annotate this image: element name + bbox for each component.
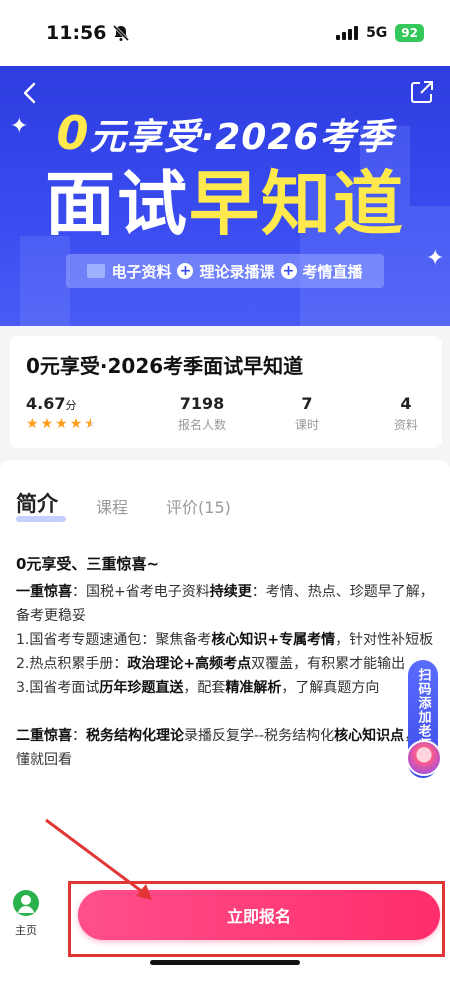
- signal-icon: [336, 26, 359, 40]
- clock-label: 11:56: [46, 22, 107, 44]
- status-bar: 11:56 5G 92: [0, 0, 450, 66]
- text-span: ：: [72, 728, 86, 744]
- banner-title-white: 面试: [45, 163, 189, 245]
- surprise-label: 一重惊喜: [16, 584, 72, 600]
- banner-title-yellow: 早知道: [189, 163, 405, 245]
- banner-subtitle: 0元享受·2026考季: [0, 106, 450, 160]
- surprise-1-item-1: 1.国省考专题速通包：聚焦备考核心知识+专属考情，针对性补短板: [16, 628, 436, 652]
- surprise-2: 二重惊喜：税务结构化理论录播反复学--税务结构化核心知识点，不懂就回看: [16, 724, 436, 772]
- course-tabs: 简介 课程 评价(15): [16, 488, 231, 522]
- text-bold: 政治理论+高频考点: [127, 656, 252, 672]
- plus-icon: +: [280, 263, 297, 279]
- rating-unit: 分: [65, 399, 77, 412]
- text-bold: 持续更: [209, 584, 252, 600]
- status-indicators: 5G 92: [336, 24, 424, 42]
- text-span: 3.国省考面试: [16, 680, 100, 696]
- home-label: 主页: [15, 924, 37, 937]
- star-icon: ★: [40, 416, 54, 432]
- building-decoration: [20, 236, 70, 326]
- share-icon: [411, 81, 433, 103]
- text-bold: 核心知识+专属考情: [211, 632, 336, 648]
- feature-label: 考情直播: [302, 262, 363, 281]
- plus-icon: +: [177, 263, 194, 279]
- sparkle-icon: ✦: [426, 246, 445, 271]
- rating-stat: 4.67分 ★ ★ ★ ★ ★: [26, 394, 97, 431]
- home-button[interactable]: 主页: [8, 890, 44, 938]
- enroll-count-stat: 7198 报名人数: [160, 394, 244, 433]
- surprise-1-item-3: 3.国省考面试历年珍题直送，配套精准解析，了解真题方向: [16, 676, 436, 700]
- surprise-1: 一重惊喜：国税+省考电子资料持续更：考情、热点、珍题早了解，备考更稳妥: [16, 580, 436, 628]
- surprise-label: 二重惊喜: [16, 728, 72, 744]
- rating-number: 4.67: [26, 394, 66, 413]
- star-half-icon: ★: [84, 416, 97, 432]
- stat-value: 7: [301, 394, 313, 413]
- surprise-1-item-2: 2.热点积累手册：政治理论+高频考点双覆盖，有积累才能输出: [16, 652, 436, 676]
- teacher-avatar[interactable]: [406, 740, 442, 776]
- course-description: 0元享受、三重惊喜~ 一重惊喜：国税+省考电子资料持续更：考情、热点、珍题早了解…: [16, 552, 436, 772]
- chevron-left-icon: [23, 82, 36, 104]
- monitor-icon: [87, 264, 106, 278]
- share-button[interactable]: [408, 78, 436, 106]
- stat-label: 报名人数: [177, 418, 226, 432]
- network-label: 5G: [366, 25, 388, 41]
- tab-course[interactable]: 课程: [96, 494, 128, 518]
- star-icon: ★: [69, 416, 83, 432]
- rating-stars: ★ ★ ★ ★ ★: [26, 417, 97, 431]
- home-indicator: [150, 960, 300, 965]
- rating-value: 4.67分: [26, 394, 97, 413]
- star-icon: ★: [55, 416, 68, 432]
- text-span: ，针对性补短板: [335, 632, 434, 648]
- text-span: 1.国省考专题速通包：聚焦备考: [16, 632, 212, 648]
- lesson-count-stat: 7 课时: [282, 394, 332, 433]
- text-bold: 历年珍题直送: [99, 680, 184, 696]
- back-button[interactable]: [16, 78, 46, 108]
- tab-intro[interactable]: 简介: [16, 488, 66, 522]
- description-heading: 0元享受、三重惊喜~: [16, 555, 160, 573]
- text-span: ：国税+省考电子资料: [72, 584, 210, 600]
- text-span: 双覆盖，有积累才能输出: [251, 656, 406, 672]
- annotation-arrow-icon: [45, 818, 152, 900]
- banner-subtitle-zero: 0: [56, 106, 90, 160]
- course-banner: ✦ ✦ 0元享受·2026考季 面试早知道 电子资料 + 理论录播课 + 考情直…: [0, 66, 450, 326]
- stat-value: 7198: [179, 394, 225, 413]
- battery-icon: 92: [395, 24, 424, 42]
- text-span: ，了解真题方向: [281, 680, 380, 696]
- feature-label: 理论录播课: [199, 262, 275, 281]
- text-bold: 税务结构化理论: [86, 728, 184, 744]
- banner-subtitle-text: 元享受·2026考季: [89, 117, 394, 158]
- text-span: 录播反复学--税务结构化: [184, 728, 335, 744]
- text-bold: 核心知识点: [334, 728, 405, 744]
- banner-title: 面试早知道: [0, 162, 450, 246]
- stat-label: 课时: [294, 418, 319, 432]
- bell-off-icon: [112, 24, 130, 42]
- text-span: ，配套: [183, 680, 226, 696]
- banner-features: 电子资料 + 理论录播课 + 考情直播: [66, 254, 384, 288]
- course-info-card: 0元享受·2026考季面试早知道 4.67分 ★ ★ ★ ★ ★ 7198 报名…: [10, 336, 442, 448]
- course-title: 0元享受·2026考季面试早知道: [26, 354, 304, 378]
- stat-value: 4: [400, 394, 412, 413]
- course-stats: 4.67分 ★ ★ ★ ★ ★ 7198 报名人数 7 课时 4 资料: [10, 394, 442, 444]
- home-icon: [13, 890, 39, 916]
- text-span: 2.热点积累手册：: [16, 656, 128, 672]
- material-count-stat: 4 资料: [384, 394, 428, 433]
- stat-label: 资料: [393, 418, 418, 432]
- star-icon: ★: [26, 416, 39, 432]
- status-time: 11:56: [46, 22, 130, 44]
- text-bold: 精准解析: [225, 680, 282, 696]
- feature-label: 电子资料: [111, 262, 172, 281]
- tab-review[interactable]: 评价(15): [166, 494, 231, 518]
